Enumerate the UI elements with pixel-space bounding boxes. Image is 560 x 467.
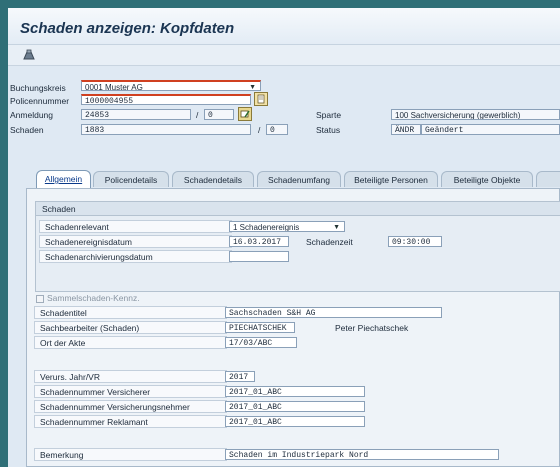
schadenrelevant-label: Schadenrelevant xyxy=(39,220,232,233)
sparte-label: Sparte xyxy=(316,110,342,120)
schadenereignisdatum-label: Schadenereignisdatum xyxy=(39,235,232,248)
bemerkung-label: Bemerkung xyxy=(34,448,227,461)
tab-allgemein[interactable]: Allgemein xyxy=(36,170,91,188)
buchungskreis-value: 0001 Muster AG xyxy=(85,83,143,91)
schadenereignisdatum-field[interactable]: 16.03.2017 xyxy=(229,236,289,247)
application-toolbar xyxy=(8,45,560,66)
tab-beteiligte-objekte-label: Beteiligte Objekte xyxy=(453,175,521,185)
buchungskreis-select[interactable]: 0001 Muster AG ▼ xyxy=(81,80,261,91)
bemerkung-field[interactable]: Schaden im Industriepark Nord xyxy=(225,449,499,460)
tab-panel-allgemein: Schaden Schadenrelevant 1 Schadenereigni… xyxy=(26,188,560,467)
schadenzeit-label: Schadenzeit xyxy=(306,237,353,247)
ort-der-akte-label: Ort der Akte xyxy=(34,336,227,349)
tab-policendetails-label: Policendetails xyxy=(104,175,158,185)
schadennummer-vn-label: Schadennummer Versicherungsnehmer xyxy=(34,400,227,413)
tab-schadendetails[interactable]: Schadendetails xyxy=(172,171,254,187)
status-text-field: Geändert xyxy=(421,124,560,135)
tab-allgemein-label: Allgemein xyxy=(44,174,83,184)
title-bar: Schaden anzeigen: Kopfdaten xyxy=(8,8,560,45)
schadentitel-field[interactable]: Sachschaden S&H AG xyxy=(225,307,442,318)
sachbearbeiter-label: Sachbearbeiter (Schaden) xyxy=(34,321,227,334)
other-object-icon[interactable] xyxy=(22,48,36,62)
schadenarchivierungsdatum-field[interactable] xyxy=(229,251,289,262)
verurs-jahr-label: Verurs. Jahr/VR xyxy=(34,370,227,383)
ort-der-akte-field[interactable]: 17/03/ABC xyxy=(225,337,297,348)
sammelschaden-label: Sammelschaden-Kennz. xyxy=(47,293,140,303)
sparte-field[interactable]: 100 Sachversicherung (gewerblich) xyxy=(391,109,560,120)
schadenarchivierungsdatum-label: Schadenarchivierungsdatum xyxy=(39,250,232,263)
tab-beteiligte-personen[interactable]: Beteiligte Personen xyxy=(344,171,438,187)
status-label: Status xyxy=(316,125,341,135)
tab-more[interactable] xyxy=(536,171,560,187)
chevron-down-icon: ▼ xyxy=(333,224,340,231)
schaden-label: Schaden xyxy=(10,125,44,135)
tab-schadenumfang[interactable]: Schadenumfang xyxy=(257,171,341,187)
policy-detail-icon[interactable] xyxy=(254,92,268,106)
schaden-group: Schaden Schadenrelevant 1 Schadenereigni… xyxy=(35,201,560,292)
schadennummer-versicherer-field[interactable]: 2017_01_ABC xyxy=(225,386,365,397)
sachbearbeiter-field[interactable]: PIECHATSCHEK xyxy=(225,322,295,333)
verurs-jahr-field[interactable]: 2017 xyxy=(225,371,255,382)
anmeldung-label: Anmeldung xyxy=(10,110,54,120)
anmeldung-field[interactable]: 24853 xyxy=(81,109,191,120)
schaden-sub-field[interactable]: 0 xyxy=(266,124,288,135)
sachbearbeiter-name: Peter Piechatschek xyxy=(335,323,409,333)
buchungskreis-label: Buchungskreis xyxy=(10,83,66,93)
schadennummer-reklamant-label: Schadennummer Reklamant xyxy=(34,415,227,428)
schadenzeit-field[interactable]: 09:30:00 xyxy=(388,236,442,247)
tab-policendetails[interactable]: Policendetails xyxy=(93,171,169,187)
schadentitel-label: Schadentitel xyxy=(34,306,227,319)
tab-beteiligte-objekte[interactable]: Beteiligte Objekte xyxy=(441,171,533,187)
policennummer-label: Policennummer xyxy=(10,96,70,106)
notification-edit-icon[interactable] xyxy=(238,107,252,121)
schadennummer-reklamant-field[interactable]: 2017_01_ABC xyxy=(225,416,365,427)
sammelschaden-checkbox[interactable] xyxy=(36,295,44,303)
page-title: Schaden anzeigen: Kopfdaten xyxy=(20,20,235,37)
schaden-group-title: Schaden xyxy=(42,204,76,214)
tab-schadendetails-label: Schadendetails xyxy=(183,175,243,185)
anmeldung-separator: / xyxy=(196,110,199,120)
sap-window: Schaden anzeigen: Kopfdaten Buchungskrei… xyxy=(8,8,560,467)
anmeldung-sub-field[interactable]: 0 xyxy=(204,109,234,120)
schadenrelevant-select[interactable]: 1 Schadenereignis ▼ xyxy=(229,221,345,232)
policennummer-field[interactable]: 1000004955 xyxy=(81,94,251,105)
schadenrelevant-value: 1 Schadenereignis xyxy=(233,223,300,232)
tab-beteiligte-personen-label: Beteiligte Personen xyxy=(354,175,428,185)
schaden-group-header: Schaden xyxy=(36,202,560,216)
tab-schadenumfang-label: Schadenumfang xyxy=(268,175,330,185)
chevron-down-icon: ▼ xyxy=(249,84,256,91)
schadennummer-vn-field[interactable]: 2017_01_ABC xyxy=(225,401,365,412)
schaden-field[interactable]: 1883 xyxy=(81,124,251,135)
schaden-separator: / xyxy=(258,125,261,135)
status-code-field[interactable]: ÄNDR xyxy=(391,124,421,135)
schadennummer-versicherer-label: Schadennummer Versicherer xyxy=(34,385,227,398)
tab-strip: Allgemein Policendetails Schadendetails … xyxy=(36,170,560,189)
